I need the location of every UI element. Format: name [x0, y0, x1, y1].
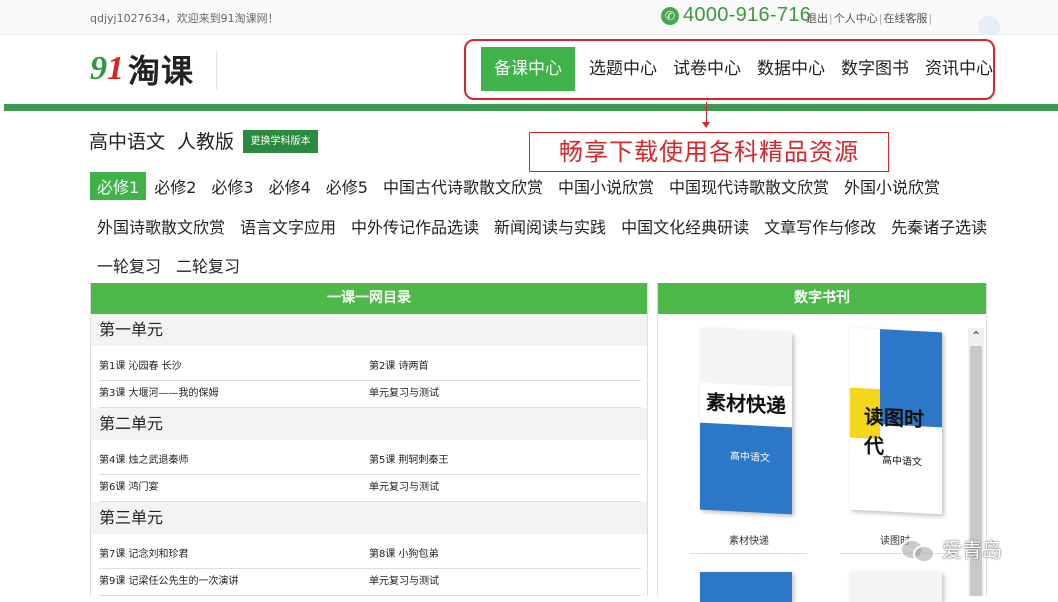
- top-links: 退出|个人中心|在线客服|: [806, 12, 933, 25]
- nav-question-center[interactable]: 选题中心: [581, 47, 665, 91]
- subject-name: 高中语文: [89, 131, 166, 153]
- unit-title: 第一单元: [91, 314, 647, 346]
- logout-link[interactable]: 退出: [806, 12, 828, 25]
- category-item[interactable]: 外国小说欣赏: [837, 172, 947, 200]
- lesson-link[interactable]: 第9课 记梁任公先生的一次演讲: [99, 569, 369, 595]
- book-cover-subtitle: 高中语文: [730, 451, 770, 465]
- nav-news-center[interactable]: 资讯中心: [917, 47, 1001, 91]
- category-item[interactable]: 必修5: [319, 172, 375, 200]
- lesson-link[interactable]: 单元复习与测试: [369, 381, 641, 407]
- lesson-link[interactable]: 第5课 荆轲刺秦王: [369, 448, 641, 474]
- lesson-link[interactable]: 第3课 大堰河——我的保姆: [99, 381, 369, 407]
- category-row-1: 必修1 必修2 必修3 必修4 必修5 中国古代诗歌散文欣赏 中国小说欣赏 中国…: [90, 172, 948, 200]
- category-item[interactable]: 中外传记作品选读: [344, 212, 486, 240]
- catalog-panel: 一课一网目录 第一单元 第1课 沁园春 长沙 第2课 诗两首 第3课 大堰河——…: [90, 283, 648, 596]
- category-item[interactable]: 中国古代诗歌散文欣赏: [376, 172, 550, 200]
- hotline-number: 4000-916-716: [683, 4, 812, 26]
- nav-data-center[interactable]: 数据中心: [749, 47, 833, 91]
- category-item[interactable]: 二轮复习: [169, 251, 247, 279]
- lesson-link[interactable]: 单元复习与测试: [369, 569, 641, 595]
- nav-prep-center[interactable]: 备课中心: [481, 47, 575, 91]
- site-logo[interactable]: 91 淘课: [90, 48, 194, 90]
- lesson-link[interactable]: 第4课 烛之武退秦师: [99, 448, 369, 474]
- table-row: 第9课 记梁任公先生的一次演讲 单元复习与测试: [99, 569, 641, 596]
- unit-title: 第二单元: [91, 408, 647, 440]
- wechat-icon: [898, 536, 936, 563]
- books-panel-title: 数字书刊: [658, 283, 986, 314]
- book-cover[interactable]: [850, 572, 942, 602]
- table-row: 第4课 烛之武退秦师 第5课 荆轲刺秦王: [99, 448, 641, 475]
- category-item[interactable]: 中国现代诗歌散文欣赏: [662, 172, 836, 200]
- subject-version: 人教版: [177, 131, 235, 153]
- online-service-link[interactable]: 在线客服: [883, 12, 927, 25]
- logo-divider: [216, 50, 217, 90]
- category-row-2: 外国诗歌散文欣赏 语言文字应用 中外传记作品选读 新闻阅读与实践 中国文化经典研…: [90, 212, 995, 240]
- catalog-panel-title: 一课一网目录: [91, 283, 647, 314]
- unit-title: 第三单元: [91, 502, 647, 534]
- change-version-button[interactable]: 更换学科版本: [243, 130, 318, 153]
- category-item[interactable]: 必修1: [90, 172, 147, 200]
- lesson-link[interactable]: 第2课 诗两首: [369, 354, 641, 380]
- main-nav: 备课中心 选题中心 试卷中心 数据中心 数字图书 资讯中心: [481, 47, 1001, 91]
- scroll-up-icon[interactable]: ⌃: [971, 329, 981, 343]
- category-item[interactable]: 必修4: [262, 172, 318, 200]
- user-center-link[interactable]: 个人中心: [834, 12, 878, 25]
- table-row: 第7课 记念刘和珍君 第8课 小狗包弟: [99, 542, 641, 569]
- lesson-link[interactable]: 单元复习与测试: [369, 475, 641, 501]
- table-row: 第1课 沁园春 长沙 第2课 诗两首: [99, 354, 641, 381]
- table-row: 第3课 大堰河——我的保姆 单元复习与测试: [99, 381, 641, 408]
- nav-exam-center[interactable]: 试卷中心: [665, 47, 749, 91]
- category-item[interactable]: 新闻阅读与实践: [487, 212, 613, 240]
- book-cover[interactable]: [700, 572, 792, 602]
- book-cover-title: 素材快递: [706, 389, 786, 419]
- subject-title: 高中语文 人教版: [89, 127, 234, 154]
- book-cover[interactable]: 素材快递 高中语文: [700, 327, 792, 515]
- lesson-link[interactable]: 第7课 记念刘和珍君: [99, 542, 369, 568]
- category-item[interactable]: 语言文字应用: [233, 212, 343, 240]
- promo-annotation: 畅享下载使用各科精品资源: [529, 132, 889, 172]
- category-item[interactable]: 中国文化经典研读: [614, 212, 756, 240]
- header-divider: [4, 104, 1058, 111]
- annotation-pointer: [706, 102, 707, 124]
- table-row: 第6课 鸿门宴 单元复习与测试: [99, 475, 641, 502]
- divider: [690, 553, 807, 554]
- nav-digital-books[interactable]: 数字图书: [833, 47, 917, 91]
- book-cover-subtitle: 高中语文: [882, 455, 922, 469]
- phone-icon: ✆: [661, 7, 679, 25]
- lesson-link[interactable]: 第1课 沁园春 长沙: [99, 354, 369, 380]
- category-row-3: 一轮复习 二轮复习: [90, 251, 248, 279]
- category-item[interactable]: 先秦诸子选读: [884, 212, 994, 240]
- category-item[interactable]: 中国小说欣赏: [551, 172, 661, 200]
- watermark-text: 爱青岛: [942, 538, 1002, 562]
- book-label[interactable]: 素材快递: [729, 532, 769, 547]
- lesson-link[interactable]: 第6课 鸿门宴: [99, 475, 369, 501]
- welcome-text: qdjyj1027634，欢迎来到91淘课网！: [90, 12, 279, 25]
- watermark: 爱青岛: [898, 534, 1002, 563]
- category-item[interactable]: 必修2: [147, 172, 203, 200]
- category-item[interactable]: 文章写作与修改: [757, 212, 883, 240]
- lesson-link[interactable]: 第8课 小狗包弟: [369, 542, 641, 568]
- category-item[interactable]: 必修3: [204, 172, 260, 200]
- category-item[interactable]: 一轮复习: [90, 251, 168, 279]
- category-item[interactable]: 外国诗歌散文欣赏: [90, 212, 232, 240]
- book-cover[interactable]: 读图时代 高中语文: [850, 327, 942, 515]
- annotation-arrow-icon: [702, 122, 710, 128]
